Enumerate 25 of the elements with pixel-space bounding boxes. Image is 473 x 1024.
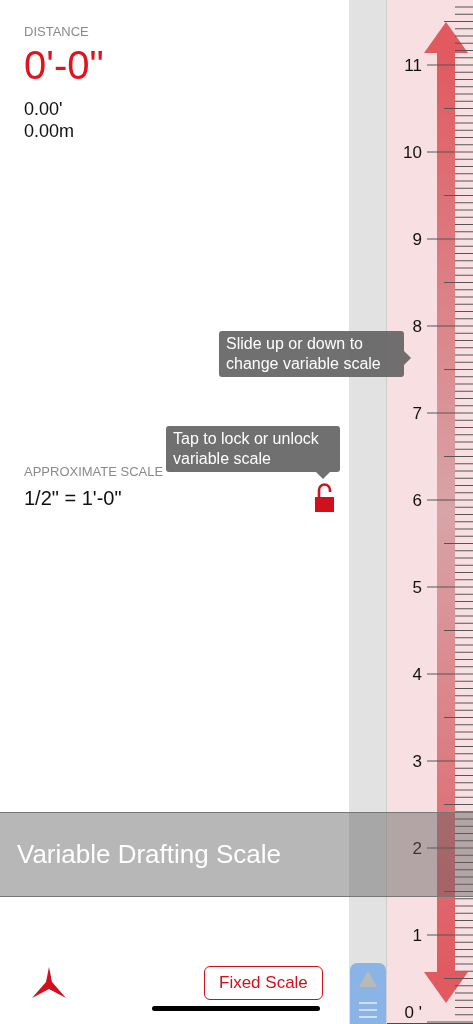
ruler-label: 11 <box>404 56 422 75</box>
distance-feet: 0.00' <box>24 98 64 120</box>
unlocked-lock-icon[interactable] <box>314 483 335 513</box>
tooltip: Slide up or down to change variable scale <box>219 331 404 377</box>
ruler-label: 8 <box>412 317 422 336</box>
banner-title: Variable Drafting Scale <box>17 839 281 870</box>
tri-blade-logo-icon[interactable] <box>31 967 67 999</box>
scale-label: APPROXIMATE SCALE <box>24 464 165 479</box>
ruler-label: 9 <box>412 230 422 249</box>
ruler-label: 1 <box>412 926 422 945</box>
ruler-label: 7 <box>412 404 422 423</box>
slider-handle[interactable] <box>350 963 386 1024</box>
ruler-label: 2 <box>412 839 422 858</box>
ruler-label: 3 <box>412 752 422 771</box>
ruler-label: 6 <box>412 491 422 510</box>
distance-meters: 0.00m <box>24 120 76 142</box>
ruler-label: 10 <box>403 143 422 162</box>
fixed-scale-button[interactable]: Fixed Scale <box>204 966 323 1000</box>
scale-value: 1/2" = 1'-0" <box>24 486 122 510</box>
ruler-label: 0 ' <box>404 1003 422 1022</box>
ruler-label: 5 <box>412 578 422 597</box>
ruler-label: 4 <box>412 665 422 684</box>
tooltip: Tap to lock or unlock variable scale <box>166 426 340 472</box>
distance-value: 0'-0" <box>24 43 105 88</box>
distance-label: DISTANCE <box>24 24 90 39</box>
